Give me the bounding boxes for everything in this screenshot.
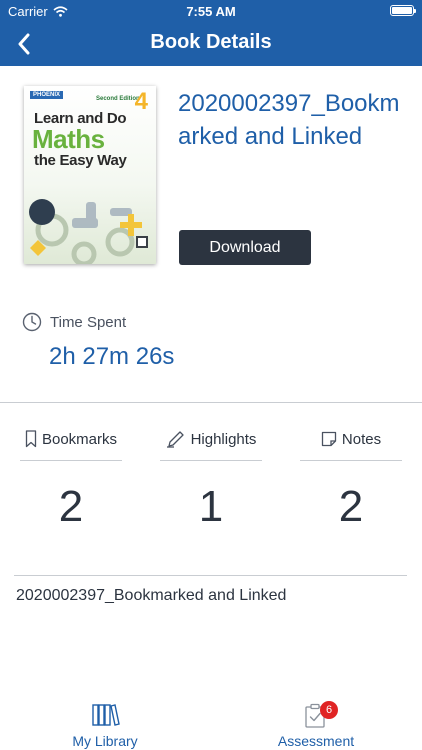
- cover-title-line-3: the Easy Way: [34, 152, 127, 169]
- stat-label: Notes: [341, 430, 382, 448]
- stat-bookmarks[interactable]: Bookmarks 2: [20, 430, 122, 531]
- stat-count: 1: [198, 482, 224, 531]
- book-cover[interactable]: PHOENIX Second Edition 4 Learn and Do Ma…: [24, 86, 156, 264]
- pencil-icon: [166, 431, 184, 448]
- time-spent-value: 2h 27m 26s: [49, 343, 175, 370]
- stat-count: 2: [58, 482, 84, 531]
- section-divider: [14, 575, 407, 576]
- download-button[interactable]: Download: [179, 230, 311, 265]
- stat-count: 2: [338, 482, 364, 531]
- clock-icon: [22, 312, 42, 332]
- stat-underline: [20, 460, 122, 461]
- status-time: 7:55 AM: [186, 4, 236, 19]
- book-name-text: 2020002397_Bookmarked and Linked: [16, 587, 287, 604]
- section-divider: [0, 402, 422, 403]
- tab-label: My Library: [72, 733, 138, 749]
- stat-highlights[interactable]: Highlights 1: [160, 430, 262, 531]
- navigation-bar: Book Details: [0, 22, 422, 66]
- cover-edition: Second Edition: [96, 96, 140, 102]
- status-bar: Carrier 7:55 AM: [0, 0, 422, 22]
- time-spent-label: Time Spent: [50, 313, 127, 331]
- stat-label: Highlights: [190, 430, 257, 448]
- stat-underline: [300, 460, 402, 461]
- cover-title-line-2: Maths: [32, 124, 105, 154]
- time-spent-header: Time Spent: [22, 312, 126, 332]
- notification-badge: 6: [320, 701, 338, 719]
- battery-icon: [390, 5, 416, 16]
- library-books-icon: [92, 704, 120, 726]
- cover-artwork: [29, 199, 148, 264]
- cover-publisher-logo: PHOENIX: [30, 91, 64, 99]
- stat-label: Bookmarks: [41, 430, 118, 448]
- stat-underline: [160, 460, 262, 461]
- bookmark-icon: [25, 430, 37, 448]
- tab-my-library[interactable]: My Library: [45, 702, 165, 749]
- stat-notes[interactable]: Notes 2: [300, 430, 402, 531]
- cover-number: 4: [134, 88, 148, 115]
- tab-assessment[interactable]: 6 Assessment: [256, 701, 376, 749]
- page-title: Book Details: [150, 31, 272, 53]
- book-title: 2020002397_Bookmarked and Linked: [178, 90, 400, 150]
- note-icon: [321, 431, 337, 447]
- header-bar: Carrier 7:55 AM Book Details: [0, 0, 422, 66]
- tab-label: Assessment: [277, 733, 355, 749]
